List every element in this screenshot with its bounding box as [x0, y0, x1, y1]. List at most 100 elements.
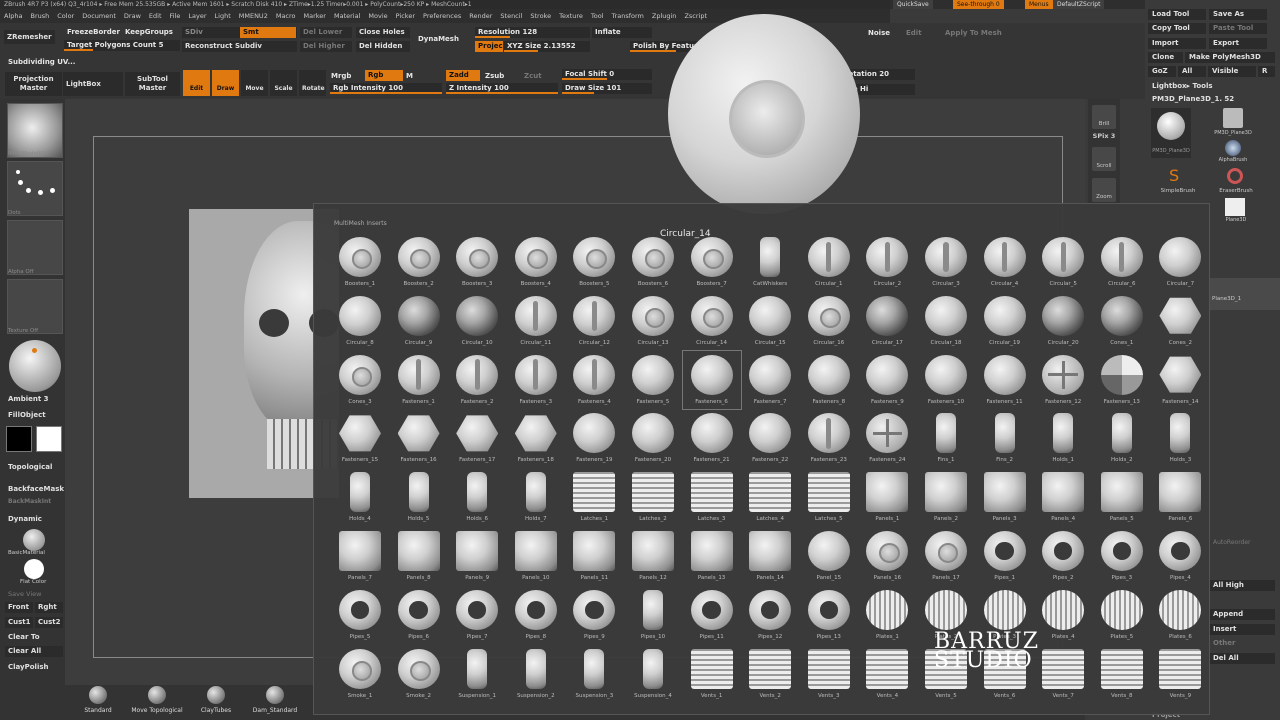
insert-item-panels-4[interactable]: Panels_4 [1034, 468, 1093, 527]
move-mode-button[interactable]: Move [241, 70, 268, 96]
zcut-toggle[interactable]: Zcut [524, 72, 542, 80]
insert-item-circular-19[interactable]: Circular_19 [976, 292, 1035, 351]
insert-item-panels-12[interactable]: Panels_12 [624, 527, 683, 586]
material-sphere[interactable] [9, 340, 61, 392]
import-button[interactable]: Import [1148, 38, 1206, 49]
insert-item-pipes-3[interactable]: Pipes_3 [1093, 527, 1152, 586]
insert-item-circular-7[interactable]: Circular_7 [1151, 233, 1210, 292]
insert-item-circular-16[interactable]: Circular_16 [800, 292, 859, 351]
del-all-button[interactable]: Del All [1209, 653, 1275, 664]
brush-dam-standard[interactable]: Dam_Standard [245, 686, 305, 714]
quicksave-button[interactable]: QuickSave [893, 0, 933, 9]
insert-item-holds-1[interactable]: Holds_1 [1034, 409, 1093, 468]
all-high-button[interactable]: All High [1209, 580, 1275, 591]
insert-item-panels-5[interactable]: Panels_5 [1093, 468, 1152, 527]
rgb-intensity-slider[interactable]: Rgb Intensity 100 [330, 83, 442, 94]
focal-shift-slider[interactable]: Focal Shift 0 [562, 69, 652, 80]
insert-item-circular-10[interactable]: Circular_10 [448, 292, 507, 351]
insert-button[interactable]: Insert [1209, 624, 1275, 635]
project-toggle[interactable]: Projec [475, 41, 503, 52]
export-button[interactable]: Export [1209, 38, 1267, 49]
insert-item-smoke-1[interactable]: Smoke_1 [331, 645, 390, 704]
del-hidden-button[interactable]: Del Hidden [356, 41, 410, 52]
front-view-button[interactable]: Front [5, 602, 33, 613]
rgb-toggle[interactable]: Rgb [365, 70, 403, 81]
insert-item-pipes-5[interactable]: Pipes_5 [331, 586, 390, 645]
insert-item-cones-3[interactable]: Cones_3 [331, 351, 390, 410]
insert-item-circular-15[interactable]: Circular_15 [741, 292, 800, 351]
insert-item-pipes-11[interactable]: Pipes_11 [683, 586, 742, 645]
insert-item-holds-4[interactable]: Holds_4 [331, 468, 390, 527]
edit-mode-button[interactable]: Edit [183, 70, 210, 96]
insert-item-circular-17[interactable]: Circular_17 [858, 292, 917, 351]
rotate-mode-button[interactable]: Rotate [299, 70, 326, 96]
insert-item-fasteners-1[interactable]: Fasteners_1 [390, 351, 449, 410]
seethrough-slider[interactable]: See-through 0 [953, 0, 1004, 9]
insert-item-boosters-4[interactable]: Boosters_4 [507, 233, 566, 292]
insert-item-plates-5[interactable]: Plates_5 [1093, 586, 1152, 645]
insert-item-circular-20[interactable]: Circular_20 [1034, 292, 1093, 351]
menus-button[interactable]: Menus [1025, 0, 1053, 9]
insert-item-vents-8[interactable]: Vents_8 [1093, 645, 1152, 704]
tool-thumb-plane3d[interactable]: Plane3D [1213, 198, 1258, 228]
insert-item-circular-11[interactable]: Circular_11 [507, 292, 566, 351]
current-brush-thumbnail[interactable] [7, 103, 63, 158]
tool-thumb-simplebrush[interactable]: S SimpleBrush [1155, 168, 1200, 198]
subtool-list[interactable]: Plane3D_1 [1210, 278, 1280, 310]
menu-material[interactable]: Material [334, 12, 360, 20]
menu-color[interactable]: Color [57, 12, 74, 20]
insert-item-fasteners-16[interactable]: Fasteners_16 [390, 409, 449, 468]
insert-item-suspension-3[interactable]: Suspension_3 [565, 645, 624, 704]
brush-move-topological[interactable]: Move Topological [127, 686, 187, 714]
menu-movie[interactable]: Movie [368, 12, 387, 20]
del-lower-button[interactable]: Del Lower [300, 27, 352, 38]
fillobject-button[interactable]: FillObject [8, 411, 46, 419]
insert-item-fins-2[interactable]: Fins_2 [976, 409, 1035, 468]
insert-item-fasteners-14[interactable]: Fasteners_14 [1151, 351, 1210, 410]
insert-item-panels-3[interactable]: Panels_3 [976, 468, 1035, 527]
insert-item-pipes-12[interactable]: Pipes_12 [741, 586, 800, 645]
insert-item-pipes-8[interactable]: Pipes_8 [507, 586, 566, 645]
insert-item-holds-3[interactable]: Holds_3 [1151, 409, 1210, 468]
menu-layer[interactable]: Layer [188, 12, 206, 20]
insert-item-panels-13[interactable]: Panels_13 [683, 527, 742, 586]
insert-item-panels-7[interactable]: Panels_7 [331, 527, 390, 586]
alpha-thumbnail[interactable] [7, 220, 63, 275]
insert-item-panels-2[interactable]: Panels_2 [917, 468, 976, 527]
insert-item-suspension-1[interactable]: Suspension_1 [448, 645, 507, 704]
insert-item-circular-9[interactable]: Circular_9 [390, 292, 449, 351]
insert-item-vents-2[interactable]: Vents_2 [741, 645, 800, 704]
clear-to-button[interactable]: Clear To [8, 633, 40, 641]
insert-item-panels-10[interactable]: Panels_10 [507, 527, 566, 586]
insert-item-pipes-7[interactable]: Pipes_7 [448, 586, 507, 645]
backmaskint-slider[interactable]: BackMaskInt [8, 498, 51, 505]
insert-item-fasteners-11[interactable]: Fasteners_11 [976, 351, 1035, 410]
insert-item-fasteners-15[interactable]: Fasteners_15 [331, 409, 390, 468]
insert-item-smoke-2[interactable]: Smoke_2 [390, 645, 449, 704]
insert-item-fasteners-7[interactable]: Fasteners_7 [741, 351, 800, 410]
insert-item-holds-6[interactable]: Holds_6 [448, 468, 507, 527]
menu-draw[interactable]: Draw [124, 12, 141, 20]
insert-item-vents-7[interactable]: Vents_7 [1034, 645, 1093, 704]
insert-item-cones-2[interactable]: Cones_2 [1151, 292, 1210, 351]
menu-stroke[interactable]: Stroke [530, 12, 551, 20]
insert-item-boosters-5[interactable]: Boosters_5 [565, 233, 624, 292]
insert-item-boosters-2[interactable]: Boosters_2 [390, 233, 449, 292]
menu-preferences[interactable]: Preferences [423, 12, 461, 20]
insert-item-panels-8[interactable]: Panels_8 [390, 527, 449, 586]
noise-button[interactable]: Noise [868, 29, 890, 37]
subtool-master-button[interactable]: SubTool Master [125, 72, 180, 96]
goz-button[interactable]: GoZ [1148, 66, 1176, 77]
insert-item-circular-5[interactable]: Circular_5 [1034, 233, 1093, 292]
insert-item-panels-1[interactable]: Panels_1 [858, 468, 917, 527]
insert-item-panels-6[interactable]: Panels_6 [1151, 468, 1210, 527]
insert-item-panel-15[interactable]: Panel_15 [800, 527, 859, 586]
insert-item-pipes-1[interactable]: Pipes_1 [976, 527, 1035, 586]
z-intensity-slider[interactable]: Z Intensity 100 [446, 83, 558, 94]
insert-item-holds-2[interactable]: Holds_2 [1093, 409, 1152, 468]
insert-item-fasteners-6[interactable]: Fasteners_6 [681, 349, 743, 411]
insert-item-circular-1[interactable]: Circular_1 [800, 233, 859, 292]
insert-item-panels-14[interactable]: Panels_14 [741, 527, 800, 586]
resolution-slider[interactable]: Resolution 128 [475, 27, 590, 38]
apply-to-mesh-button[interactable]: Apply To Mesh [945, 29, 1002, 37]
